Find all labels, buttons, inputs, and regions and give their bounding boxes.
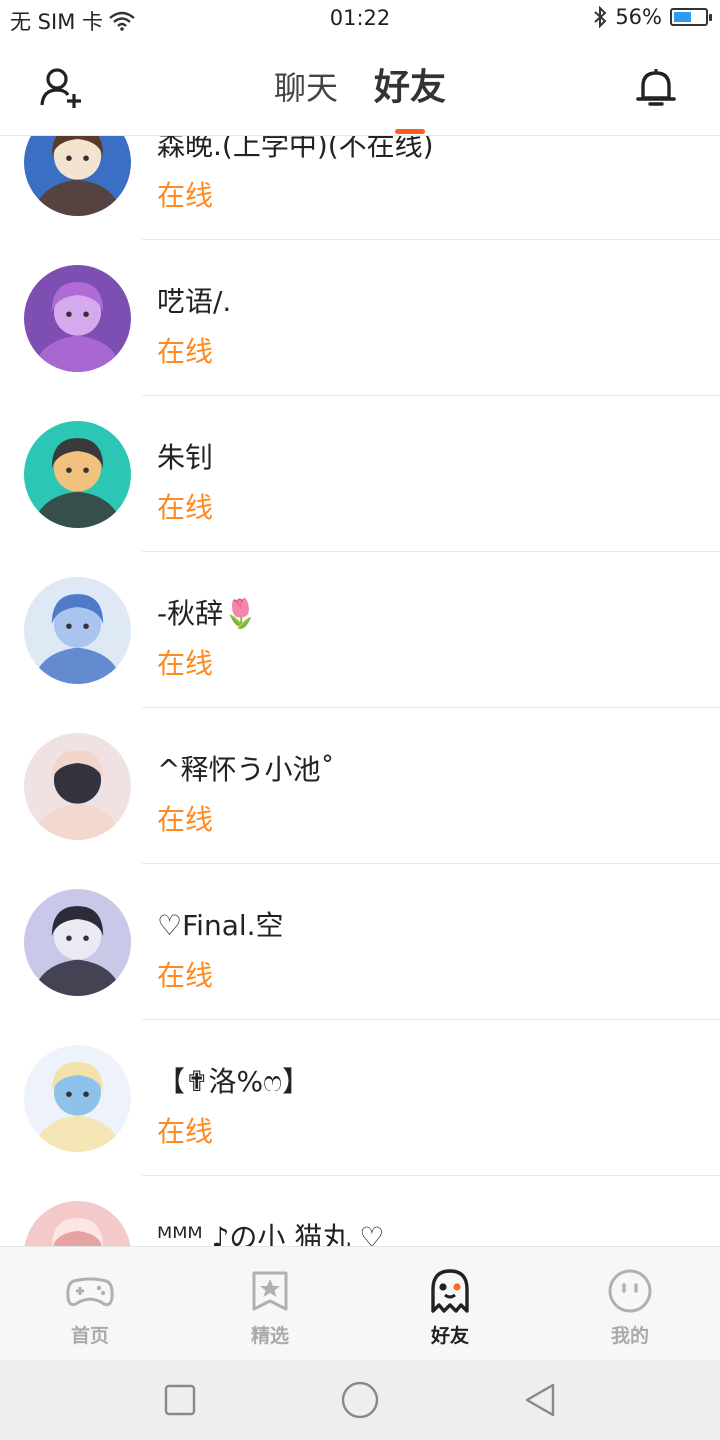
notifications-button[interactable] bbox=[632, 64, 680, 112]
status-bar: 无 SIM 卡 01:22 56% bbox=[0, 0, 720, 40]
friend-name: 呓语/. bbox=[157, 285, 232, 318]
nav-active-indicator bbox=[428, 1346, 471, 1354]
home-icon bbox=[341, 1381, 379, 1419]
avatar-image bbox=[24, 577, 131, 684]
avatar-image bbox=[24, 733, 131, 840]
face-icon bbox=[608, 1269, 652, 1313]
friend-row[interactable]: 森晚.(上学中)(不在线) 在线 bbox=[0, 136, 720, 240]
friend-status: 在线 bbox=[157, 803, 214, 836]
star-bookmark-icon bbox=[252, 1271, 288, 1311]
avatar[interactable] bbox=[24, 733, 131, 840]
nav-home[interactable]: 首页 bbox=[0, 1247, 180, 1361]
avatar-image bbox=[24, 1045, 131, 1152]
nav-me[interactable]: 我的 bbox=[540, 1247, 720, 1361]
top-header: 聊天 好友 bbox=[0, 40, 720, 136]
friend-status: 在线 bbox=[157, 647, 214, 680]
back-icon bbox=[525, 1383, 555, 1417]
back-button[interactable] bbox=[520, 1380, 560, 1420]
avatar-image bbox=[24, 136, 131, 216]
system-nav-bar bbox=[0, 1360, 720, 1440]
friend-status: 在线 bbox=[157, 179, 214, 212]
nav-friends[interactable]: 好友 bbox=[360, 1247, 540, 1361]
friend-row[interactable]: ♡Final.空 在线 bbox=[0, 864, 720, 1020]
friend-row[interactable]: ᴹᴹᴹ ♪の小 猫丸 ♡ bbox=[0, 1176, 720, 1246]
ghost-icon bbox=[431, 1269, 469, 1313]
bell-icon bbox=[636, 69, 676, 106]
avatar[interactable] bbox=[24, 136, 131, 216]
friend-name: -秋辞🌷 bbox=[157, 597, 258, 630]
friend-name: 朱钊 bbox=[157, 441, 214, 474]
bottom-nav: 首页 精选 好友 我的 bbox=[0, 1246, 720, 1360]
friend-status: 在线 bbox=[157, 959, 214, 992]
avatar[interactable] bbox=[24, 1045, 131, 1152]
friend-row[interactable]: 朱钊 在线 bbox=[0, 396, 720, 552]
recent-apps-button[interactable] bbox=[160, 1380, 200, 1420]
bluetooth-icon bbox=[594, 6, 607, 28]
nav-featured[interactable]: 精选 bbox=[180, 1247, 360, 1361]
status-right: 56% bbox=[593, 5, 712, 29]
friend-row[interactable]: ^释怀う小池˚ 在线 bbox=[0, 708, 720, 864]
battery-percent: 56% bbox=[615, 5, 662, 29]
battery-icon bbox=[670, 8, 712, 26]
friend-row[interactable]: 呓语/. 在线 bbox=[0, 240, 720, 396]
friend-name: ^释怀う小池˚ bbox=[157, 753, 335, 786]
recent-apps-icon bbox=[164, 1384, 196, 1416]
nav-me-label: 我的 bbox=[610, 1325, 649, 1347]
friend-status: 在线 bbox=[157, 1115, 214, 1148]
friend-name: 【✟洛%ෆ】 bbox=[157, 1065, 311, 1098]
friend-list[interactable]: 森晚.(上学中)(不在线) 在线 呓语/. 在线 朱钊 在线 -秋辞🌷 在线 ^… bbox=[0, 136, 720, 1246]
tab-indicator bbox=[395, 129, 425, 134]
gamepad-icon bbox=[66, 1277, 114, 1307]
avatar-image bbox=[24, 889, 131, 996]
friend-name: ᴹᴹᴹ ♪の小 猫丸 ♡ bbox=[157, 1221, 385, 1246]
avatar-image bbox=[24, 421, 131, 528]
tab-chat[interactable]: 聊天 bbox=[274, 64, 338, 112]
nav-home-label: 首页 bbox=[70, 1325, 109, 1347]
avatar[interactable] bbox=[24, 265, 131, 372]
friend-name: ♡Final.空 bbox=[157, 909, 284, 942]
avatar[interactable] bbox=[24, 421, 131, 528]
friend-row[interactable]: 【✟洛%ෆ】 在线 bbox=[0, 1020, 720, 1176]
avatar-image bbox=[24, 265, 131, 372]
nav-friends-label: 好友 bbox=[428, 1321, 471, 1354]
avatar[interactable] bbox=[24, 1201, 131, 1246]
avatar[interactable] bbox=[24, 889, 131, 996]
header-tabs: 聊天 好友 bbox=[0, 64, 720, 134]
home-button[interactable] bbox=[340, 1380, 380, 1420]
nav-featured-label: 精选 bbox=[250, 1325, 289, 1347]
tab-friends[interactable]: 好友 bbox=[374, 64, 446, 134]
friend-status: 在线 bbox=[157, 491, 214, 524]
friend-status: 在线 bbox=[157, 335, 214, 368]
friend-row[interactable]: -秋辞🌷 在线 bbox=[0, 552, 720, 708]
avatar[interactable] bbox=[24, 577, 131, 684]
friend-name: 森晚.(上学中)(不在线) bbox=[157, 136, 434, 162]
avatar-image bbox=[24, 1201, 131, 1246]
